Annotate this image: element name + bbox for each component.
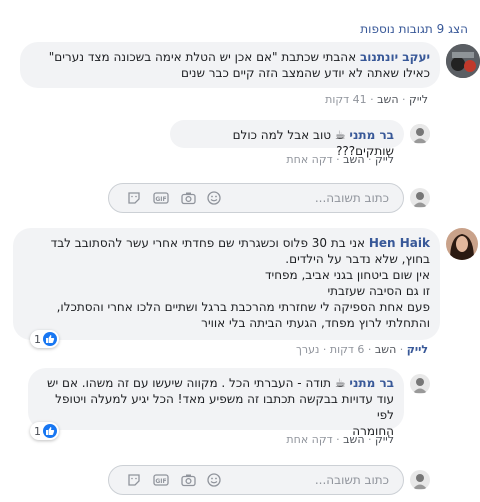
timestamp[interactable]: 41 דקות <box>325 93 367 106</box>
avatar <box>410 470 430 490</box>
reply-link[interactable]: השב <box>377 93 398 106</box>
comment-author[interactable]: בר מתני <box>349 128 394 142</box>
camera-icon[interactable] <box>181 473 196 487</box>
reaction-number: 1 <box>34 332 41 346</box>
comment-text: והתחלתי לרוץ מפחד, הגעתי הביתה בלי אוויר <box>201 316 430 330</box>
avatar[interactable] <box>446 228 478 260</box>
coffee-icon: ☕ <box>334 376 346 390</box>
reply-link[interactable]: השב <box>343 153 364 166</box>
reaction-number: 1 <box>34 424 41 438</box>
coffee-icon: ☕ <box>334 128 346 142</box>
camera-icon[interactable] <box>181 191 196 205</box>
comment-author[interactable]: בר מתני <box>349 376 394 390</box>
reply-input[interactable]: כתוב תשובה... GIF <box>108 465 404 495</box>
reaction-count[interactable]: 1 <box>30 422 59 440</box>
reply-placeholder: כתוב תשובה... <box>314 191 389 205</box>
comment-bubble: יעקב יונתנוב אהבתי שכתבת "אם אכן יש הטלת… <box>20 42 440 88</box>
like-link[interactable]: לייק <box>407 343 428 356</box>
comment-actions: לייק · השב · 41 דקות <box>325 93 428 106</box>
comment-text: תודה - העברתי הכל . מקווה שיעשו עם זה מש… <box>46 376 331 390</box>
comment-bubble: בר מתני ☕ תודה - העברתי הכל . מקווה שיעש… <box>28 368 404 438</box>
emoji-icon[interactable] <box>207 473 222 487</box>
view-more-replies-link[interactable]: הצג 9 תגובות נוספות <box>360 22 468 36</box>
like-link[interactable]: לייק <box>375 433 394 446</box>
comment-author[interactable]: Hen Haik <box>369 236 430 250</box>
comment-text: פעם אחת הספיקה לי שחזרתי מהרכבת ברגל ושת… <box>56 300 430 314</box>
reply-link[interactable]: השב <box>375 343 396 356</box>
comment-text: אין שום ביטחון בגני אביב, מפחיד <box>264 268 430 282</box>
reply-link[interactable]: השב <box>343 433 364 446</box>
comment-author[interactable]: יעקב יונתנוב <box>360 50 430 64</box>
comment-bubble: Hen Haik אני בת 30 פלוס וכשגרתי שם פחדתי… <box>13 228 440 340</box>
comment-text: אהבתי שכתבת "אם אכן יש הטלת אימה בשכונה … <box>48 50 357 64</box>
reaction-count[interactable]: 1 <box>30 330 59 348</box>
like-link[interactable]: לייק <box>375 153 394 166</box>
reply-placeholder: כתוב תשובה... <box>314 473 389 487</box>
comment-text: עוד עדויות בבקשה תכתבו זה משפיע מאד! הכל… <box>55 392 394 422</box>
sticker-icon[interactable] <box>127 473 142 487</box>
thumbs-up-icon <box>43 332 57 346</box>
avatar <box>410 188 430 208</box>
avatar[interactable] <box>410 374 430 394</box>
comment-bubble: בר מתני ☕ טוב אבל למה כולם שותקים??? <box>170 120 404 158</box>
sticker-icon[interactable] <box>127 191 142 205</box>
thumbs-up-icon <box>43 424 57 438</box>
avatar[interactable] <box>410 124 430 144</box>
reply-input[interactable]: כתוב תשובה... GIF <box>108 183 404 213</box>
like-link[interactable]: לייק <box>409 93 428 106</box>
timestamp[interactable]: דקה אחת <box>286 433 332 446</box>
comment-text: כאילו שאתה לא יודע שהמצב הזה קיים כבר שנ… <box>181 66 430 80</box>
edited-label[interactable]: נערך <box>296 343 319 356</box>
svg-text:GIF: GIF <box>155 196 166 203</box>
comment-actions: לייק · השב · דקה אחת <box>286 153 394 166</box>
comment-text: אני בת 30 פלוס וכשגרתי שם פחדתי אחרי עשר… <box>50 236 366 250</box>
comment-actions: לייק · השב · דקה אחת <box>286 433 394 446</box>
comment-text: זו גם הסיבה שעזבתי <box>327 284 430 298</box>
gif-icon[interactable]: GIF <box>153 191 169 205</box>
emoji-icon[interactable] <box>207 191 222 205</box>
timestamp[interactable]: דקה אחת <box>286 153 332 166</box>
comment-actions: לייק · השב · 6 דקות · נערך <box>295 343 428 356</box>
comment-text: בחוץ, שלא נדבר על הילדים. <box>285 252 430 266</box>
gif-icon[interactable]: GIF <box>153 473 169 487</box>
svg-text:GIF: GIF <box>155 478 166 485</box>
avatar[interactable] <box>446 44 480 78</box>
timestamp[interactable]: 6 דקות <box>330 343 365 356</box>
